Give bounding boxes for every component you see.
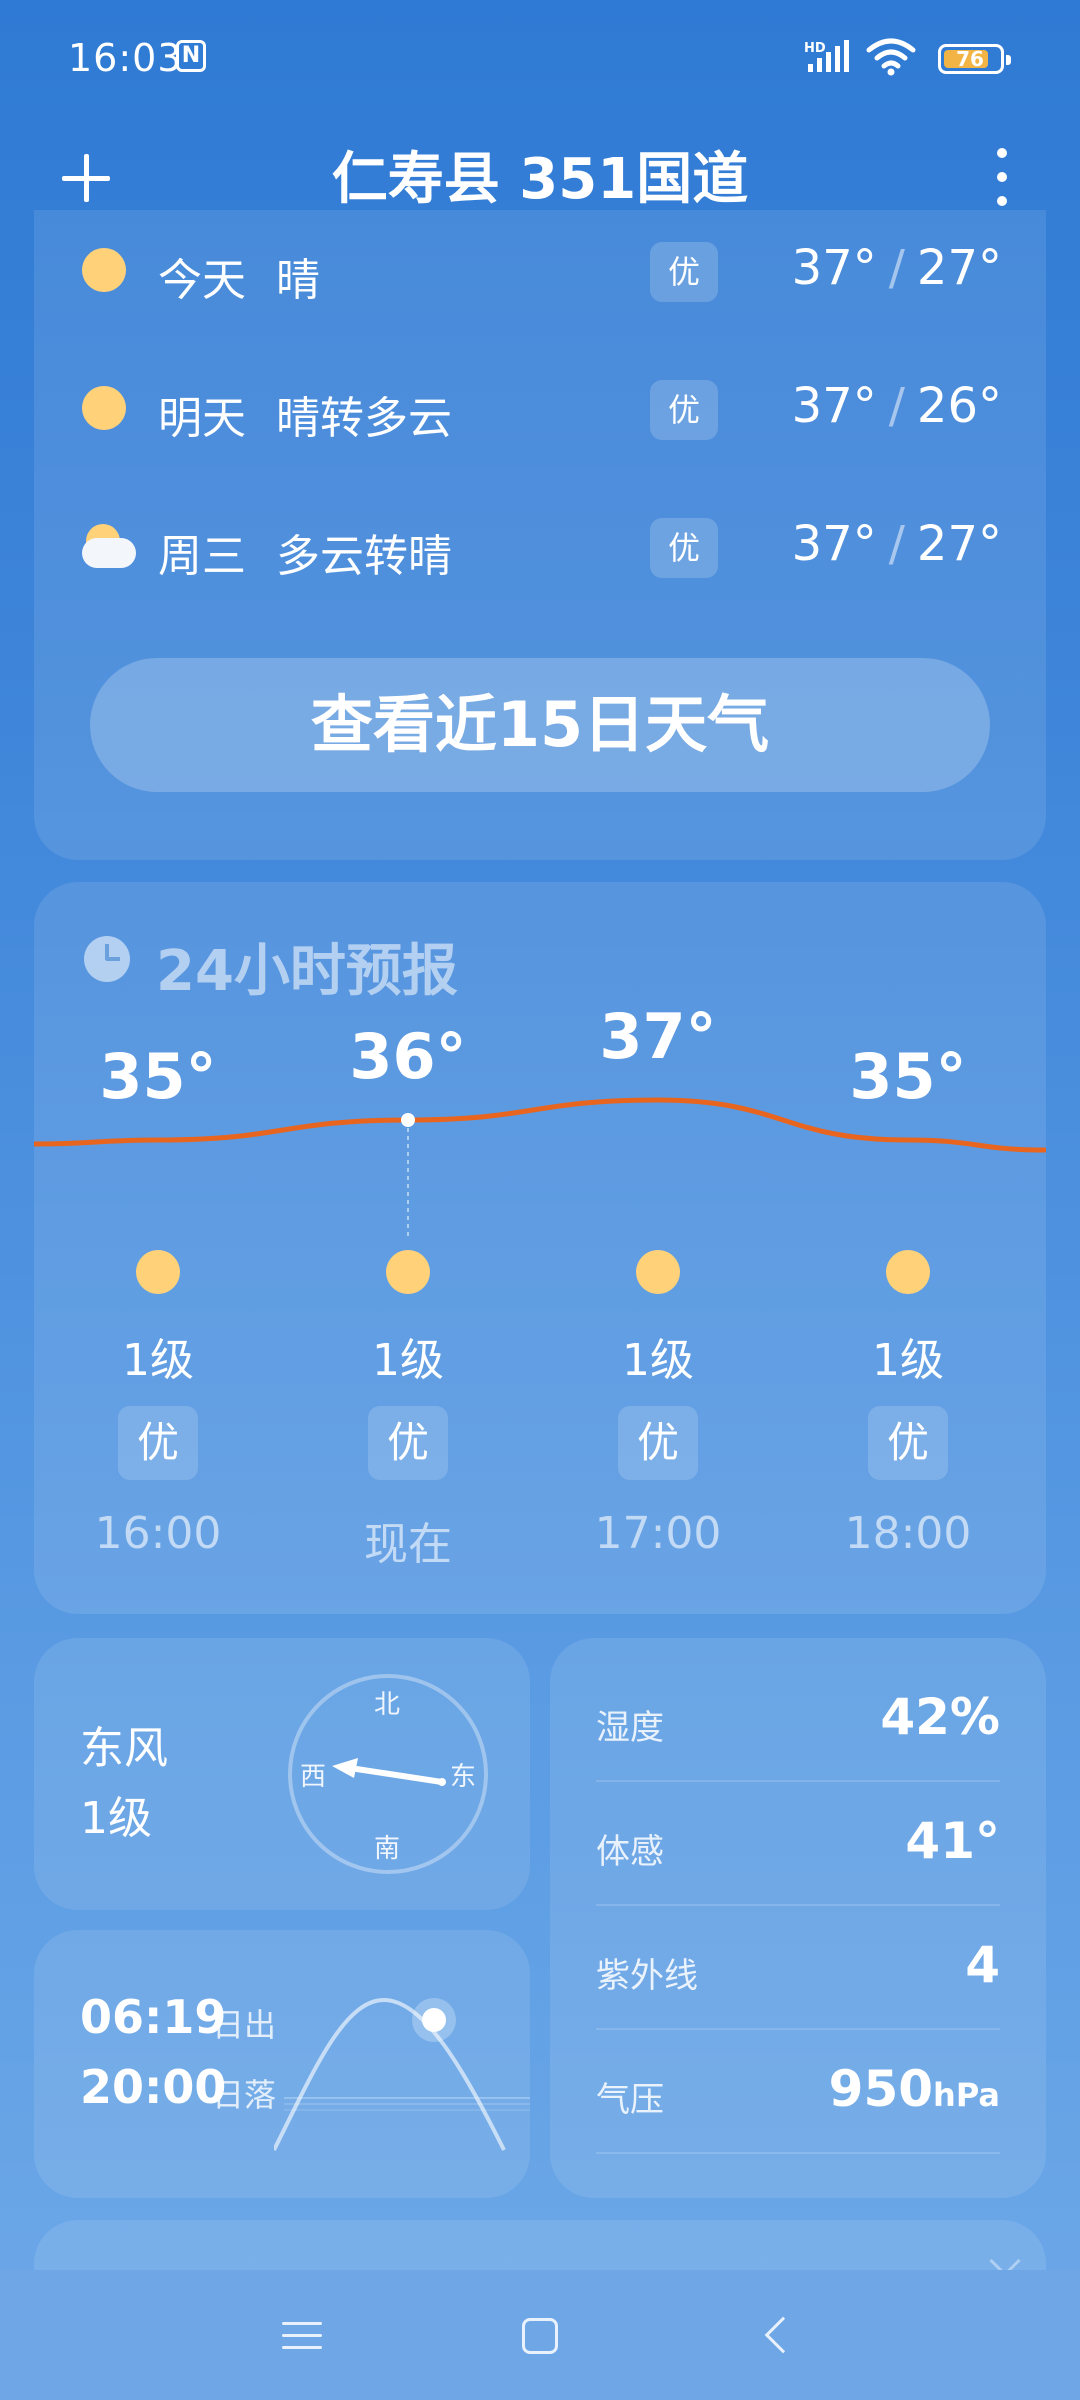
hourly-forecast-card[interactable]: 24小时预报 35° 1级优 16:00 36° 1级优现在 37° 1级优 17:00 35°…: [34, 882, 1046, 1614]
detail-label: 体感: [596, 1832, 664, 1872]
forecast-condition: 晴: [276, 255, 320, 306]
hourly-wind: 1级: [372, 1335, 444, 1386]
forecast-row[interactable]: 周三 多云转晴 优 37°/27°: [34, 506, 1046, 586]
hourly-temp: 35°: [99, 1040, 217, 1113]
forecast-row[interactable]: 今天 晴 优 37°/27°: [34, 230, 1046, 310]
detail-row-feels-like: 体感 41°: [596, 1782, 1000, 1906]
detail-value: 42%: [880, 1688, 1000, 1746]
sun-icon: [136, 1250, 180, 1294]
detail-number: 4: [965, 1936, 1000, 1994]
forecast-day: 周三: [158, 531, 246, 582]
forecast-row[interactable]: 明天 晴转多云 优 37°/26°: [34, 368, 1046, 448]
forecast-high: 37°: [791, 240, 877, 296]
forecast-condition: 晴转多云: [276, 393, 452, 444]
sun-arc-icon: [274, 1997, 530, 2151]
nfc-icon: N: [176, 40, 206, 72]
back-button[interactable]: [764, 2316, 802, 2354]
details-card[interactable]: 湿度 42% 体感 41° 紫外线 4 气压 950hPa: [550, 1638, 1046, 2198]
sun-icon: [82, 248, 126, 292]
forecast-high: 37°: [791, 516, 877, 572]
hourly-aqi-badge: 优: [118, 1406, 198, 1480]
view-15-day-button[interactable]: 查看近15日天气: [90, 658, 990, 792]
detail-row-pressure: 气压 950hPa: [596, 2030, 1000, 2154]
detail-value: 41°: [905, 1812, 1000, 1870]
detail-row-uv: 紫外线 4: [596, 1906, 1000, 2030]
network-label: HD: [804, 41, 826, 56]
wind-level: 1级: [80, 1793, 152, 1844]
detail-number: 42%: [880, 1688, 1000, 1746]
aqi-badge: 优: [650, 380, 718, 440]
wind-card[interactable]: 东风 1级 北 南 东 西: [34, 1638, 530, 1910]
sun-card[interactable]: 06:19 日出 20:00 日落: [34, 1930, 530, 2198]
forecast-temps: 37°/26°: [791, 378, 1002, 434]
hourly-wind: 1级: [622, 1335, 694, 1386]
sun-icon: [636, 1250, 680, 1294]
sunrise-time: 06:19: [80, 1990, 227, 2044]
sunrise-label: 日出: [212, 2006, 277, 2044]
hourly-aqi-badge: 优: [618, 1406, 698, 1480]
status-bar: 16:03 N HD 76: [0, 0, 1080, 120]
hourly-time: 18:00: [844, 1508, 972, 1559]
forecast-day: 今天: [158, 255, 246, 306]
detail-value: 4: [965, 1936, 1000, 1994]
hourly-time: 现在: [364, 1519, 452, 1570]
detail-number: 950: [828, 2060, 934, 2118]
hourly-time: 17:00: [594, 1508, 722, 1559]
battery-level: 76: [956, 47, 984, 71]
forecast-low: 27°: [916, 516, 1002, 572]
aqi-badge: 优: [650, 518, 718, 578]
forecast-day: 明天: [158, 393, 246, 444]
detail-label: 湿度: [596, 1708, 664, 1748]
more-options-button[interactable]: [982, 142, 1022, 212]
sun-icon: [386, 1250, 430, 1294]
battery-icon: 76: [938, 44, 1011, 74]
aqi-badge: 优: [650, 242, 718, 302]
cloud-sun-icon: [82, 524, 136, 568]
wind-direction: 东风: [80, 1723, 168, 1774]
compass-icon: 北 南 东 西: [288, 1674, 488, 1874]
hourly-temp: 37°: [599, 1000, 717, 1073]
wind-arrow-icon: [332, 1758, 446, 1786]
detail-number: 41°: [905, 1812, 1000, 1870]
recent-apps-button[interactable]: [282, 2320, 322, 2352]
detail-row-humidity: 湿度 42%: [596, 1658, 1000, 1782]
current-time-dot: [401, 1113, 415, 1127]
hourly-wind: 1级: [872, 1335, 944, 1386]
detail-label: 紫外线: [596, 1956, 698, 1996]
forecast-temps: 37°/27°: [791, 516, 1002, 572]
forecast-low: 26°: [916, 378, 1002, 434]
signal-icon: HD: [804, 40, 849, 72]
sun-icon: [82, 386, 126, 430]
system-nav-bar: [0, 2270, 1080, 2400]
hourly-temp: 36°: [349, 1020, 467, 1093]
hourly-temperature-curve: [34, 1097, 1046, 1240]
sun-icon: [886, 1250, 930, 1294]
status-time: 16:03: [68, 36, 183, 80]
forecast-condition: 多云转晴: [276, 531, 452, 582]
hourly-aqi-badge: 优: [868, 1406, 948, 1480]
sunset-time: 20:00: [80, 2060, 227, 2114]
detail-value: 950hPa: [829, 2060, 1000, 2118]
hourly-wind: 1级: [122, 1335, 194, 1386]
hourly-temp: 35°: [849, 1040, 967, 1113]
page-title: 仁寿县 351国道: [331, 147, 749, 212]
detail-unit: hPa: [933, 2076, 1000, 2114]
forecast-low: 27°: [916, 240, 1002, 296]
forecast-high: 37°: [791, 378, 877, 434]
detail-label: 气压: [596, 2080, 664, 2120]
wifi-icon: [866, 38, 916, 76]
forecast-temps: 37°/27°: [791, 240, 1002, 296]
home-button[interactable]: [522, 2318, 558, 2354]
hourly-aqi-badge: 优: [368, 1406, 448, 1480]
sunset-label: 日落: [212, 2076, 277, 2114]
daily-forecast-card: 今天 晴 优 37°/27° 明天 晴转多云 优 37°/26° 周三 多云转晴…: [34, 210, 1046, 860]
hourly-time: 16:00: [94, 1508, 222, 1559]
